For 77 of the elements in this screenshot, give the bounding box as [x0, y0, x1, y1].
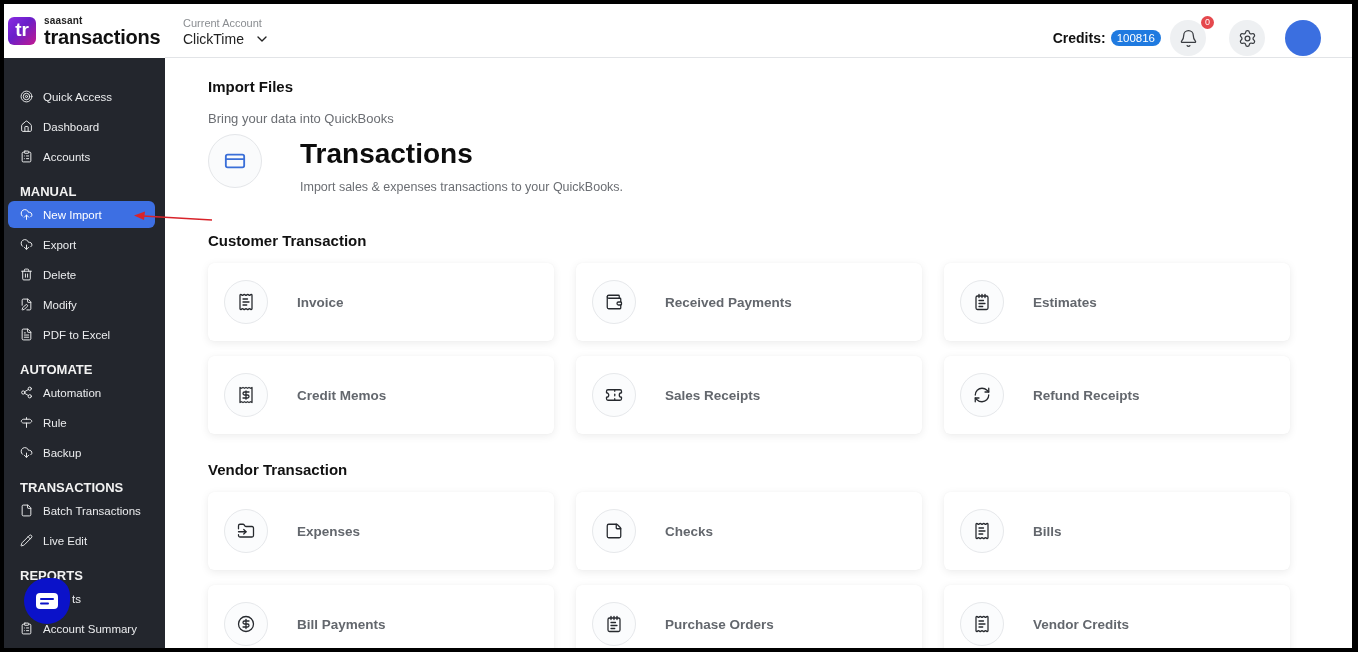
transaction-card[interactable]: Bills — [944, 492, 1290, 570]
feature-description: Import sales & expenses transactions to your QuickBooks. — [300, 179, 624, 195]
clipboard-icon — [20, 622, 33, 635]
transaction-card[interactable]: Invoice — [208, 263, 554, 341]
nav-item[interactable]: PDF to Excel — [8, 321, 155, 348]
file-pen-icon — [20, 298, 33, 311]
group-title: Customer Transaction — [208, 231, 368, 251]
nav-item[interactable]: New Import — [8, 201, 155, 228]
notepad-icon — [960, 280, 1004, 324]
settings-icon — [1237, 28, 1257, 48]
section-heading: AUTOMATE — [19, 361, 94, 379]
chat-bubble-icon — [36, 593, 58, 609]
transaction-card[interactable]: Credit Memos — [208, 356, 554, 434]
cloud-download-icon — [20, 446, 33, 459]
trash-icon — [20, 268, 33, 281]
section-heading: TRANSACTIONS — [19, 479, 125, 497]
section-heading: MANUAL — [19, 183, 78, 201]
nav-item[interactable]: Live Edit — [8, 527, 155, 554]
notepad-icon — [592, 602, 636, 646]
receipt-icon — [224, 280, 268, 324]
section-heading: REPORTS — [19, 567, 84, 585]
file-icon — [20, 504, 33, 517]
avatar[interactable] — [1285, 20, 1321, 56]
wallet-icon — [592, 280, 636, 324]
document-icon — [20, 328, 33, 341]
nav-item[interactable]: Quick Access — [8, 83, 155, 110]
nav-item[interactable]: Delete — [8, 261, 155, 288]
receipt-icon — [224, 373, 268, 417]
transaction-card[interactable]: Estimates — [944, 263, 1290, 341]
group-title: Vendor Transaction — [208, 460, 349, 480]
transaction-card[interactable]: Expenses — [208, 492, 554, 570]
nav-item[interactable]: Export — [8, 231, 155, 258]
receipt-icon — [960, 602, 1004, 646]
nav-item[interactable]: Modify — [8, 291, 155, 318]
bell-icon — [1178, 28, 1198, 48]
share-icon — [20, 386, 33, 399]
transaction-card[interactable]: Refund Receipts — [944, 356, 1290, 434]
logo-mark: tr — [8, 17, 36, 45]
dollar-coin-icon — [224, 602, 268, 646]
nav-item[interactable]: Account Summary — [8, 615, 155, 642]
credit-card-icon — [208, 134, 262, 188]
notification-count: 0 — [1201, 16, 1214, 29]
transaction-card[interactable]: Vendor Credits — [944, 585, 1290, 648]
ticket-icon — [592, 373, 636, 417]
nav-item[interactable]: Accounts — [8, 143, 155, 170]
nav-item[interactable]: Backup — [8, 439, 155, 466]
transaction-card[interactable]: Purchase Orders — [576, 585, 922, 648]
signpost-icon — [20, 416, 33, 429]
transaction-card[interactable]: Bill Payments — [208, 585, 554, 648]
pencil-icon — [20, 534, 33, 547]
cloud-download-icon — [20, 238, 33, 251]
nav-item[interactable]: Rule — [8, 409, 155, 436]
credits-badge: 100816 — [1110, 30, 1161, 46]
nav-item[interactable]: Batch Transactions — [8, 497, 155, 524]
product-name: transactions — [44, 26, 161, 47]
cloud-upload-icon — [20, 208, 33, 221]
page-subtitle: Bring your data into QuickBooks — [208, 110, 395, 128]
target-icon — [20, 90, 33, 103]
settings-button[interactable] — [1229, 20, 1265, 56]
nav-item[interactable]: Automation — [8, 379, 155, 406]
house-icon — [20, 120, 33, 133]
sticky-note-icon — [592, 509, 636, 553]
nav-item[interactable]: ts — [8, 585, 155, 612]
transaction-card[interactable]: Checks — [576, 492, 922, 570]
receipt-icon — [960, 509, 1004, 553]
page-title: Import Files — [208, 77, 294, 97]
credits-label: Credits: — [1052, 30, 1106, 46]
transaction-card[interactable]: Received Payments — [576, 263, 922, 341]
nav-item[interactable]: Dashboard — [8, 113, 155, 140]
refresh-icon — [960, 373, 1004, 417]
account-dropdown[interactable]: ClickTime — [183, 30, 270, 48]
transaction-card[interactable]: Sales Receipts — [576, 356, 922, 434]
clipboard-icon — [20, 150, 33, 163]
feature-title: Transactions — [300, 137, 474, 171]
notifications-button[interactable] — [1170, 20, 1206, 56]
brand-name: saasant — [44, 15, 84, 26]
account-label: Current Account — [183, 16, 263, 30]
